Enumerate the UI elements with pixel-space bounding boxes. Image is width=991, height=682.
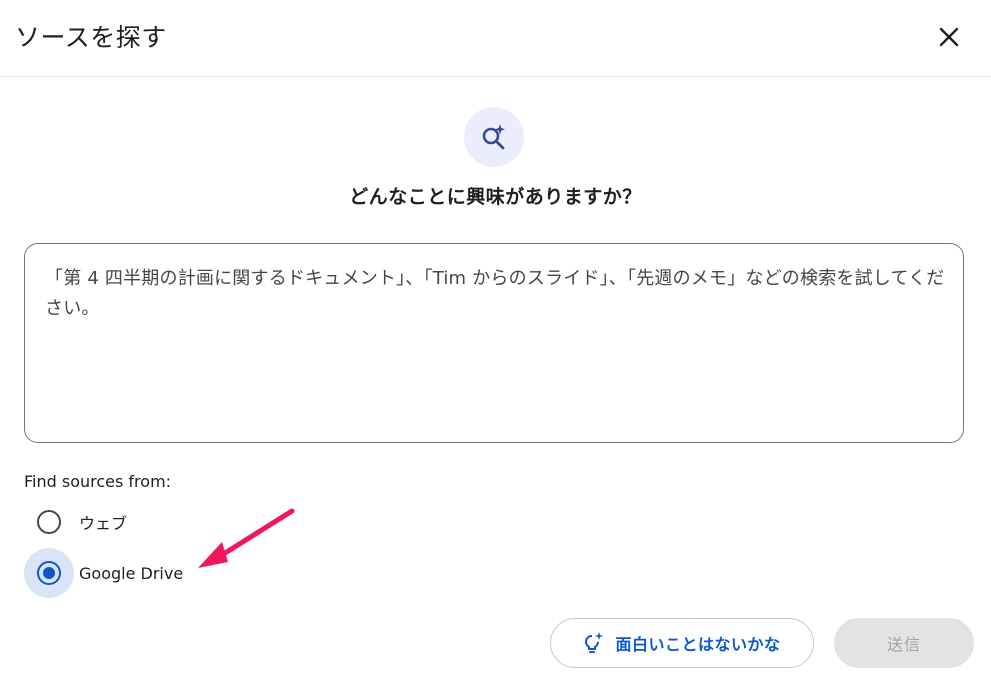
source-option-web[interactable]: ウェブ	[24, 497, 127, 547]
discover-button[interactable]: 面白いことはないかな	[550, 618, 814, 668]
close-button[interactable]	[928, 16, 970, 58]
submit-button[interactable]: 送信	[834, 618, 974, 668]
lightbulb-spark-icon	[585, 632, 604, 653]
discover-button-label: 面白いことはないかな	[615, 635, 781, 654]
source-option-label: Google Drive	[79, 563, 184, 583]
radio-halo	[24, 548, 74, 598]
hero-icon-container	[464, 107, 524, 167]
search-query-input[interactable]: 「第 4 四半期の計画に関するドキュメント」、「Tim からのスライド」、「先週…	[24, 243, 964, 443]
close-icon	[939, 27, 959, 47]
source-option-label: ウェブ	[79, 514, 128, 533]
radio-google-drive[interactable]	[37, 561, 61, 585]
radio-web[interactable]	[37, 510, 61, 534]
dialog-title: ソースを探す	[15, 23, 167, 52]
submit-button-label: 送信	[886, 635, 921, 654]
source-option-google-drive[interactable]: Google Drive	[24, 548, 183, 598]
prompt-question: どんなことに興味がありますか？	[349, 186, 642, 208]
find-sources-dialog: ソースを探す どんなことに興味がありますか？ 「第 4 四半期の計画に関するドキ…	[0, 0, 991, 682]
radio-halo	[24, 497, 74, 547]
search-spark-icon	[482, 124, 505, 150]
radio-selected-dot	[43, 567, 55, 579]
sources-label: Find sources from:	[24, 472, 172, 491]
search-query-placeholder: 「第 4 四半期の計画に関するドキュメント」、「Tim からのスライド」、「先週…	[45, 268, 945, 319]
dialog-header: ソースを探す	[0, 0, 991, 77]
